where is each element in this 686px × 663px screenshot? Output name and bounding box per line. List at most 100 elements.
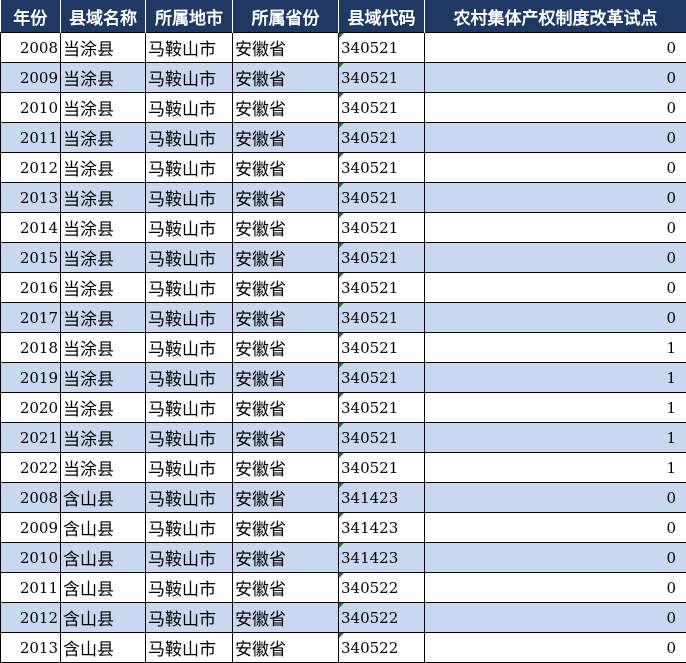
cell-province[interactable]: 安徽省 [233,243,339,273]
cell-city[interactable]: 马鞍山市 [146,123,233,153]
cell-province[interactable]: 安徽省 [233,63,339,93]
cell-reform-pilot[interactable]: 0 [425,273,686,303]
cell-reform-pilot[interactable]: 0 [425,303,686,333]
cell-county-code[interactable]: 340521 [339,153,425,183]
cell-county-code[interactable]: 341423 [339,513,425,543]
cell-county-name[interactable]: 当涂县 [61,213,146,243]
cell-city[interactable]: 马鞍山市 [146,633,233,663]
cell-county-name[interactable]: 含山县 [61,513,146,543]
cell-city[interactable]: 马鞍山市 [146,93,233,123]
cell-county-name[interactable]: 含山县 [61,603,146,633]
cell-reform-pilot[interactable]: 0 [425,543,686,573]
cell-year[interactable]: 2011 [1,573,61,603]
cell-year[interactable]: 2009 [1,513,61,543]
cell-county-code[interactable]: 340522 [339,603,425,633]
cell-year[interactable]: 2010 [1,543,61,573]
cell-reform-pilot[interactable]: 0 [425,63,686,93]
cell-city[interactable]: 马鞍山市 [146,303,233,333]
cell-year[interactable]: 2016 [1,273,61,303]
cell-county-code[interactable]: 340521 [339,363,425,393]
cell-county-code[interactable]: 340521 [339,183,425,213]
cell-city[interactable]: 马鞍山市 [146,63,233,93]
cell-county-code[interactable]: 341423 [339,483,425,513]
cell-year[interactable]: 2013 [1,633,61,663]
cell-city[interactable]: 马鞍山市 [146,183,233,213]
cell-county-name[interactable]: 当涂县 [61,243,146,273]
cell-year[interactable]: 2019 [1,363,61,393]
cell-county-name[interactable]: 当涂县 [61,363,146,393]
cell-province[interactable]: 安徽省 [233,573,339,603]
header-county-code[interactable]: 县域代码 [339,0,425,33]
cell-year[interactable]: 2017 [1,303,61,333]
cell-reform-pilot[interactable]: 1 [425,393,686,423]
cell-year[interactable]: 2012 [1,153,61,183]
cell-county-name[interactable]: 当涂县 [61,183,146,213]
cell-city[interactable]: 马鞍山市 [146,153,233,183]
cell-city[interactable]: 马鞍山市 [146,423,233,453]
cell-city[interactable]: 马鞍山市 [146,33,233,63]
cell-year[interactable]: 2008 [1,33,61,63]
cell-county-name[interactable]: 含山县 [61,633,146,663]
cell-county-name[interactable]: 当涂县 [61,273,146,303]
cell-year[interactable]: 2020 [1,393,61,423]
cell-city[interactable]: 马鞍山市 [146,363,233,393]
cell-province[interactable]: 安徽省 [233,123,339,153]
cell-county-code[interactable]: 340521 [339,243,425,273]
cell-province[interactable]: 安徽省 [233,423,339,453]
cell-reform-pilot[interactable]: 0 [425,573,686,603]
cell-year[interactable]: 2009 [1,63,61,93]
cell-reform-pilot[interactable]: 1 [425,333,686,363]
header-city[interactable]: 所属地市 [146,0,233,33]
cell-county-name[interactable]: 当涂县 [61,393,146,423]
cell-county-name[interactable]: 当涂县 [61,33,146,63]
cell-county-name[interactable]: 当涂县 [61,63,146,93]
cell-reform-pilot[interactable]: 1 [425,423,686,453]
cell-province[interactable]: 安徽省 [233,153,339,183]
cell-county-code[interactable]: 340522 [339,573,425,603]
cell-year[interactable]: 2015 [1,243,61,273]
cell-county-name[interactable]: 当涂县 [61,423,146,453]
cell-year[interactable]: 2012 [1,603,61,633]
cell-province[interactable]: 安徽省 [233,483,339,513]
cell-county-code[interactable]: 340521 [339,93,425,123]
cell-province[interactable]: 安徽省 [233,513,339,543]
cell-county-name[interactable]: 当涂县 [61,333,146,363]
cell-year[interactable]: 2010 [1,93,61,123]
cell-city[interactable]: 马鞍山市 [146,603,233,633]
cell-province[interactable]: 安徽省 [233,543,339,573]
cell-city[interactable]: 马鞍山市 [146,453,233,483]
cell-reform-pilot[interactable]: 0 [425,243,686,273]
cell-county-name[interactable]: 当涂县 [61,453,146,483]
cell-reform-pilot[interactable]: 0 [425,183,686,213]
cell-county-name[interactable]: 当涂县 [61,303,146,333]
cell-county-name[interactable]: 含山县 [61,543,146,573]
cell-province[interactable]: 安徽省 [233,333,339,363]
cell-county-code[interactable]: 340521 [339,303,425,333]
cell-county-code[interactable]: 340521 [339,333,425,363]
cell-reform-pilot[interactable]: 0 [425,153,686,183]
cell-county-code[interactable]: 341423 [339,543,425,573]
cell-reform-pilot[interactable]: 0 [425,513,686,543]
cell-province[interactable]: 安徽省 [233,393,339,423]
cell-reform-pilot[interactable]: 0 [425,33,686,63]
cell-province[interactable]: 安徽省 [233,93,339,123]
cell-city[interactable]: 马鞍山市 [146,243,233,273]
cell-county-name[interactable]: 含山县 [61,483,146,513]
cell-province[interactable]: 安徽省 [233,303,339,333]
cell-county-name[interactable]: 当涂县 [61,153,146,183]
cell-county-code[interactable]: 340522 [339,633,425,663]
cell-city[interactable]: 马鞍山市 [146,393,233,423]
cell-province[interactable]: 安徽省 [233,183,339,213]
cell-reform-pilot[interactable]: 1 [425,363,686,393]
cell-city[interactable]: 马鞍山市 [146,513,233,543]
cell-year[interactable]: 2022 [1,453,61,483]
cell-year[interactable]: 2013 [1,183,61,213]
cell-city[interactable]: 马鞍山市 [146,213,233,243]
cell-year[interactable]: 2021 [1,423,61,453]
cell-county-code[interactable]: 340521 [339,33,425,63]
cell-reform-pilot[interactable]: 0 [425,123,686,153]
cell-reform-pilot[interactable]: 0 [425,93,686,123]
cell-province[interactable]: 安徽省 [233,273,339,303]
cell-province[interactable]: 安徽省 [233,213,339,243]
cell-county-code[interactable]: 340521 [339,123,425,153]
